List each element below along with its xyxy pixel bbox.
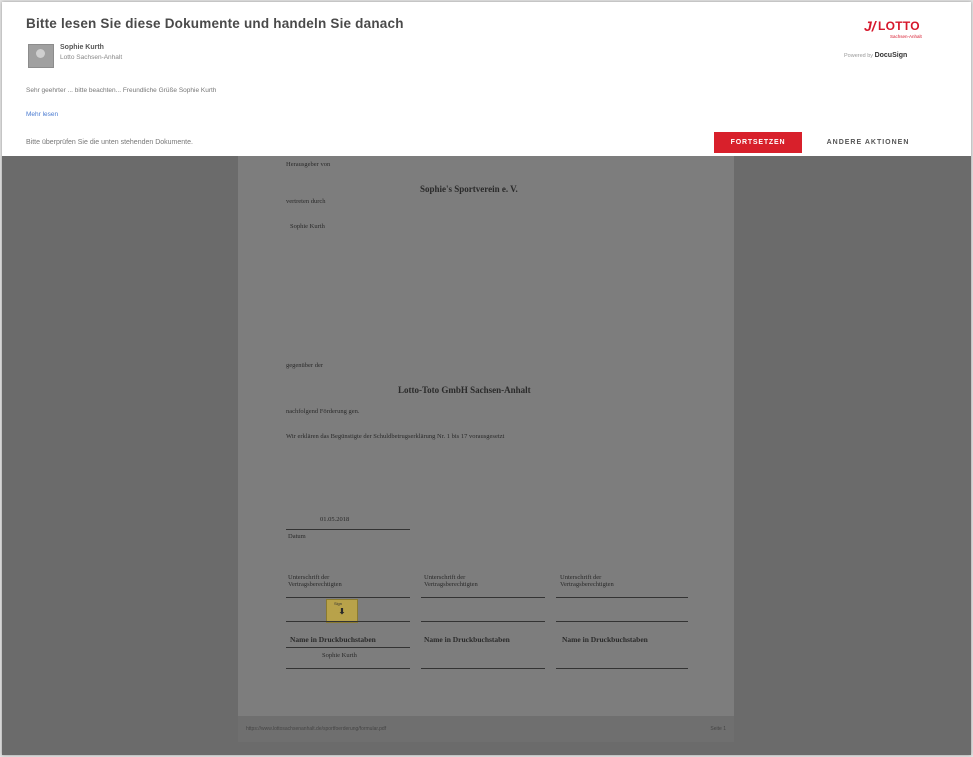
logo-text: LOTTO	[878, 19, 920, 33]
powered-by-prefix: Powered by	[844, 53, 874, 59]
sig-label-3: Unterschrift der Vertragsberechtigten	[560, 574, 614, 588]
name-line-top-1	[286, 647, 410, 648]
logo-subtext: Sachsen-Anhalt	[890, 34, 922, 39]
doc-vertreten-durch: vertreten durch	[286, 198, 326, 205]
date-line	[286, 529, 410, 530]
doc-date-value: 01.05.2018	[320, 516, 350, 523]
sign-here-label: Sign	[334, 601, 343, 606]
name-value-1: Sophie Kurth	[322, 652, 357, 659]
name-label-2: Name in Druckbuchstaben	[424, 635, 510, 644]
name-line-1	[286, 668, 410, 669]
sig-label-2: Unterschrift der Vertragsberechtigten	[424, 574, 478, 588]
doc-weitergabe: nachfolgend Förderung gen.	[286, 408, 360, 415]
sender-name: Sophie Kurth	[60, 44, 104, 51]
lotto-logo: J/ LOTTO Sachsen-Anhalt	[864, 18, 924, 42]
avatar	[28, 44, 54, 68]
signing-header: Bitte lesen Sie diese Dokumente und hand…	[2, 2, 971, 156]
doc-gegenueber: gegenüber der	[286, 362, 323, 369]
name-label-1: Name in Druckbuchstaben	[290, 635, 376, 644]
doc-club-name: Sophie's Sportverein e. V.	[420, 184, 518, 194]
instruction-text: Bitte überprüfen Sie die unten stehenden…	[26, 139, 193, 146]
doc-label-publisher: Herausgeber von	[286, 161, 331, 168]
name-line-3	[556, 668, 688, 669]
other-actions-button[interactable]: ANDERE AKTIONEN	[812, 132, 924, 153]
sender-org: Lotto Sachsen-Anhalt	[60, 54, 123, 61]
continue-button[interactable]: FORTSETZEN	[714, 132, 802, 153]
page-title: Bitte lesen Sie diese Dokumente und hand…	[26, 16, 404, 31]
doc-date-label: Datum	[288, 533, 306, 540]
doc-person: Sophie Kurth	[290, 223, 325, 230]
sig-line-top-2	[421, 597, 545, 598]
doc-bestaetigung: Wir erklären das Begünstigte der Schuldb…	[286, 433, 505, 440]
down-arrow-icon: ⬇	[338, 606, 346, 616]
sig-label-1: Unterschrift der Vertragsberechtigten	[288, 574, 342, 588]
read-more-link[interactable]: Mehr lesen	[26, 111, 58, 118]
sig-line-1	[286, 621, 410, 622]
sig-line-top-1	[286, 597, 410, 598]
sig-line-top-3	[556, 597, 688, 598]
footer-page-number: Seite 1	[710, 726, 726, 732]
sig-line-2	[421, 621, 545, 622]
document-footer: https://www.lottosachsenanhalt.de/sportf…	[238, 716, 734, 742]
document-page[interactable]: Herausgeber von Sophie's Sportverein e. …	[238, 156, 734, 716]
powered-by: Powered by DocuSign	[844, 52, 907, 59]
name-label-3: Name in Druckbuchstaben	[562, 635, 648, 644]
sender-message: Sehr geehrter ... bitte beachten... Freu…	[26, 87, 217, 94]
app-frame: Bitte lesen Sie diese Dokumente und hand…	[2, 2, 971, 755]
doc-company: Lotto-Toto GmbH Sachsen-Anhalt	[398, 385, 531, 395]
logo-mark: J/	[864, 18, 876, 34]
name-line-2	[421, 668, 545, 669]
docusign-brand: DocuSign	[874, 52, 908, 59]
sig-line-3	[556, 621, 688, 622]
footer-url: https://www.lottosachsenanhalt.de/sportf…	[246, 726, 387, 732]
